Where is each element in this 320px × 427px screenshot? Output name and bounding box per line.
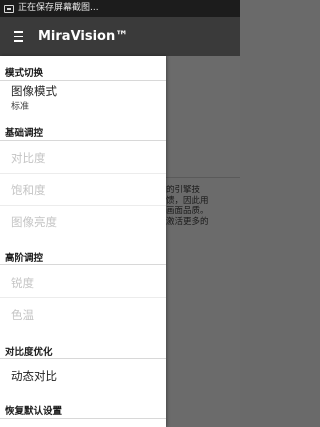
section-header-advanced: 高阶调控 xyxy=(5,253,44,264)
section-header-basic: 基础调控 xyxy=(5,128,44,139)
menu-icon[interactable] xyxy=(0,17,36,56)
app-title: MiraVision™ xyxy=(38,29,129,44)
section-divider xyxy=(0,358,166,359)
image-mode-value: 标准 xyxy=(11,102,30,112)
status-bar: 正在保存屏幕截图... xyxy=(0,0,240,17)
sharpness-item[interactable]: 锐度 xyxy=(11,275,34,291)
section-divider xyxy=(0,418,166,419)
screenshot-icon xyxy=(4,4,14,13)
saturation-item[interactable]: 饱和度 xyxy=(11,182,46,198)
navigation-drawer: 模式切换 图像模式 标准 基础调控 对比度 饱和度 图像亮度 高阶调控 锐度 色… xyxy=(0,56,166,427)
status-text: 正在保存屏幕截图... xyxy=(18,3,99,13)
color-temperature-item[interactable]: 色温 xyxy=(11,307,34,323)
image-mode-label: 图像模式 xyxy=(11,84,57,98)
section-header-mode: 模式切换 xyxy=(5,68,44,79)
dynamic-contrast-item[interactable]: 动态对比 xyxy=(11,368,57,384)
section-header-restore-defaults[interactable]: 恢复默认设置 xyxy=(5,403,62,417)
section-divider xyxy=(0,264,166,265)
feature-description: 的引擎技 馈，因此用 画面品质。 激活更多的 xyxy=(166,185,209,227)
brightness-item[interactable]: 图像亮度 xyxy=(11,214,57,230)
item-divider xyxy=(0,205,166,206)
section-header-contrast-optimization: 对比度优化 xyxy=(5,347,53,358)
section-divider xyxy=(0,80,166,81)
content-divider xyxy=(166,177,240,178)
item-divider xyxy=(0,297,166,298)
section-divider xyxy=(0,140,166,141)
app-bar: MiraVision™ xyxy=(0,17,240,56)
item-divider xyxy=(0,173,166,174)
contrast-item[interactable]: 对比度 xyxy=(11,150,46,166)
